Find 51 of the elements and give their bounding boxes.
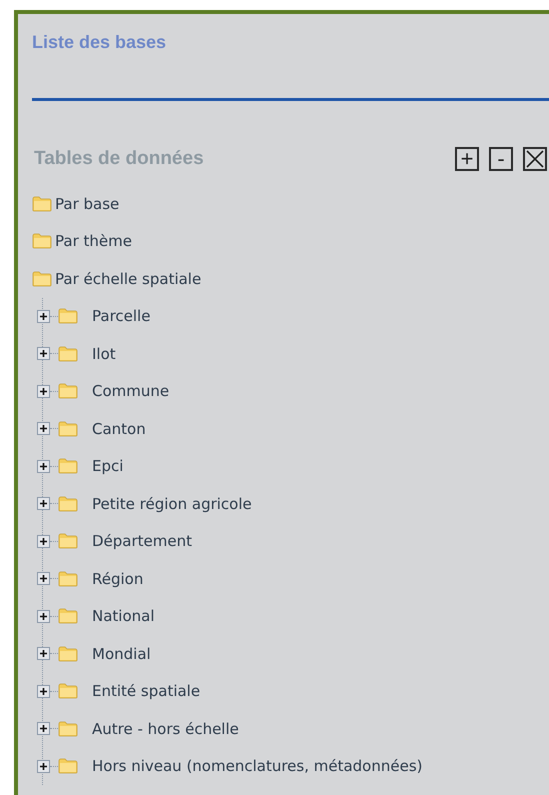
expand-icon[interactable] xyxy=(37,310,50,323)
folder-icon xyxy=(58,420,78,437)
toolbar-button[interactable]: - xyxy=(489,147,513,171)
tree-item[interactable]: Par base xyxy=(55,192,120,215)
expand-icon[interactable] xyxy=(37,534,50,548)
folder-icon xyxy=(58,720,78,737)
folder-icon xyxy=(58,383,78,400)
tree-item[interactable]: Mondial xyxy=(92,642,151,665)
folder-icon xyxy=(58,758,78,774)
tree-item[interactable]: Département xyxy=(92,530,192,552)
folder-icon xyxy=(32,270,52,287)
folder-icon xyxy=(32,233,52,250)
tree-item[interactable]: Canton xyxy=(92,418,146,440)
folder-icon xyxy=(58,570,78,587)
folder-icon xyxy=(58,346,78,362)
tree-item[interactable]: Par échelle spatiale xyxy=(55,268,202,290)
folder-icon xyxy=(58,646,78,662)
tree-item[interactable]: Ilot xyxy=(92,342,116,365)
close-icon xyxy=(526,150,544,168)
panel-title: Liste des bases xyxy=(32,31,168,54)
folder-icon xyxy=(58,533,78,550)
expand-icon[interactable] xyxy=(37,610,50,623)
expand-icon[interactable] xyxy=(37,422,50,436)
expand-icon[interactable] xyxy=(37,647,50,660)
tree-item[interactable]: Parcelle xyxy=(92,305,150,328)
expand-icon[interactable] xyxy=(37,760,50,773)
folder-icon xyxy=(58,308,78,324)
tree-item[interactable]: Par thème xyxy=(55,230,132,252)
folder-icon xyxy=(58,683,78,700)
expand-icon[interactable] xyxy=(37,460,50,473)
expand-icon[interactable] xyxy=(37,572,50,586)
folder-icon xyxy=(58,458,78,474)
tree-item[interactable]: Epci xyxy=(92,455,124,478)
expand-icon[interactable] xyxy=(37,497,50,510)
tree-item[interactable]: Autre - hors échelle xyxy=(92,718,239,740)
expand-icon[interactable] xyxy=(37,722,50,736)
folder-icon xyxy=(32,196,52,212)
tree-item[interactable]: Petite région agricole xyxy=(92,492,252,515)
expand-icon[interactable] xyxy=(37,684,50,698)
tree-item[interactable]: Entité spatiale xyxy=(92,680,200,702)
expand-icon[interactable] xyxy=(37,347,50,360)
section-title: Tables de données xyxy=(33,146,204,171)
folder-icon xyxy=(58,496,78,512)
tree-item[interactable]: Commune xyxy=(92,380,170,402)
tree-item[interactable]: National xyxy=(92,605,155,628)
close-button[interactable] xyxy=(523,147,547,171)
tree-item[interactable]: Hors niveau (nomenclatures, métadonnées) xyxy=(92,755,422,778)
tree-item[interactable]: Région xyxy=(92,568,144,590)
folder-icon xyxy=(58,608,78,624)
expand-icon[interactable] xyxy=(37,384,50,398)
toolbar-button[interactable]: + xyxy=(455,147,479,171)
